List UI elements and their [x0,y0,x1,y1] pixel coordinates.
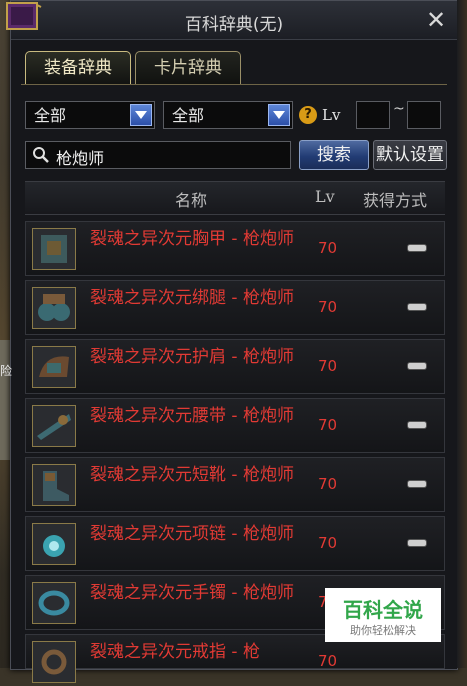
chest-armor-icon [32,228,76,270]
title-bar[interactable]: 百科辞典(无) ✕ [6,1,457,40]
item-name: 裂魂之异次元项链 - 枪炮师 [90,524,294,544]
item-level: 70 [318,357,338,375]
watermark-badge: 百科全说 助你轻松解决 [325,588,441,642]
background-edge [457,0,467,668]
item-level: 70 [318,652,338,670]
item-name: 裂魂之异次元胸甲 - 枪炮师 [90,229,294,249]
search-button[interactable]: 搜索 [299,140,369,170]
close-icon[interactable]: ✕ [423,7,449,33]
list-item[interactable]: 裂魂之异次元项链 - 枪炮师 70 [25,516,445,571]
search-input[interactable]: 枪炮师 [25,141,291,169]
acquire-dash-icon [408,363,426,369]
chevron-down-icon[interactable] [268,104,290,126]
tab-card-dictionary[interactable]: 卡片辞典 [135,51,241,84]
column-lv: Lv [315,187,335,206]
item-name: 裂魂之异次元绑腿 - 枪炮师 [90,288,294,308]
item-level: 70 [318,239,338,257]
acquire-dash-icon [408,422,426,428]
watermark-title: 百科全说 [343,598,423,622]
acquire-dash-icon [408,245,426,251]
list-item[interactable]: 裂魂之异次元腰带 - 枪炮师 70 [25,398,445,453]
category-select-2-value: 全部 [172,106,205,125]
ring-icon [32,641,76,683]
item-name: 裂魂之异次元护肩 - 枪炮师 [90,347,294,367]
item-level: 70 [318,298,338,316]
list-header: 名称 Lv 获得方式 [25,181,445,215]
background-panel-edge [0,340,10,460]
item-name: 裂魂之异次元戒指 - 枪 [90,642,260,662]
belt-icon [32,405,76,447]
item-level: 70 [318,534,338,552]
list-item[interactable]: 裂魂之异次元短靴 - 枪炮师 70 [25,457,445,512]
bracelet-icon [32,582,76,624]
column-name: 名称 [175,191,208,210]
tab-divider [21,84,447,85]
acquire-dash-icon [408,304,426,310]
level-range-tilde: ~ [393,101,405,117]
chevron-down-icon[interactable] [130,104,152,126]
category-select-1-value: 全部 [34,106,67,125]
level-label: Lv [322,106,341,124]
item-level: 70 [318,475,338,493]
tab-equipment-dictionary[interactable]: 装备辞典 [25,51,131,84]
background-text: 险 [0,364,13,378]
leg-armor-icon [32,287,76,329]
boots-icon [32,464,76,506]
item-name: 裂魂之异次元腰带 - 枪炮师 [90,406,294,426]
item-name: 裂魂之异次元手镯 - 枪炮师 [90,583,294,603]
level-min-input[interactable] [356,101,390,129]
window-title: 百科辞典(无) [184,15,284,35]
watermark-subtitle: 助你轻松解决 [350,624,416,637]
column-acquire: 获得方式 [363,191,428,210]
search-value: 枪炮师 [56,149,105,168]
list-item[interactable]: 裂魂之异次元胸甲 - 枪炮师 70 [25,221,445,276]
list-item[interactable]: 裂魂之异次元绑腿 - 枪炮师 70 [25,280,445,335]
acquire-dash-icon [408,481,426,487]
encyclopedia-window: 百科辞典(无) ✕ 装备辞典 卡片辞典 全部 全部 ? Lv ~ 枪炮师 搜索 … [6,0,458,683]
list-item[interactable]: 裂魂之异次元护肩 - 枪炮师 70 [25,339,445,394]
acquire-dash-icon [408,540,426,546]
search-icon [33,147,49,163]
category-select-2[interactable]: 全部 [163,101,293,129]
necklace-icon [32,523,76,565]
default-settings-button[interactable]: 默认设置 [373,140,447,170]
category-select-1[interactable]: 全部 [25,101,155,129]
help-icon[interactable]: ? [299,106,317,124]
item-name: 裂魂之异次元短靴 - 枪炮师 [90,465,294,485]
shoulder-armor-icon [32,346,76,388]
item-level: 70 [318,416,338,434]
level-max-input[interactable] [407,101,441,129]
